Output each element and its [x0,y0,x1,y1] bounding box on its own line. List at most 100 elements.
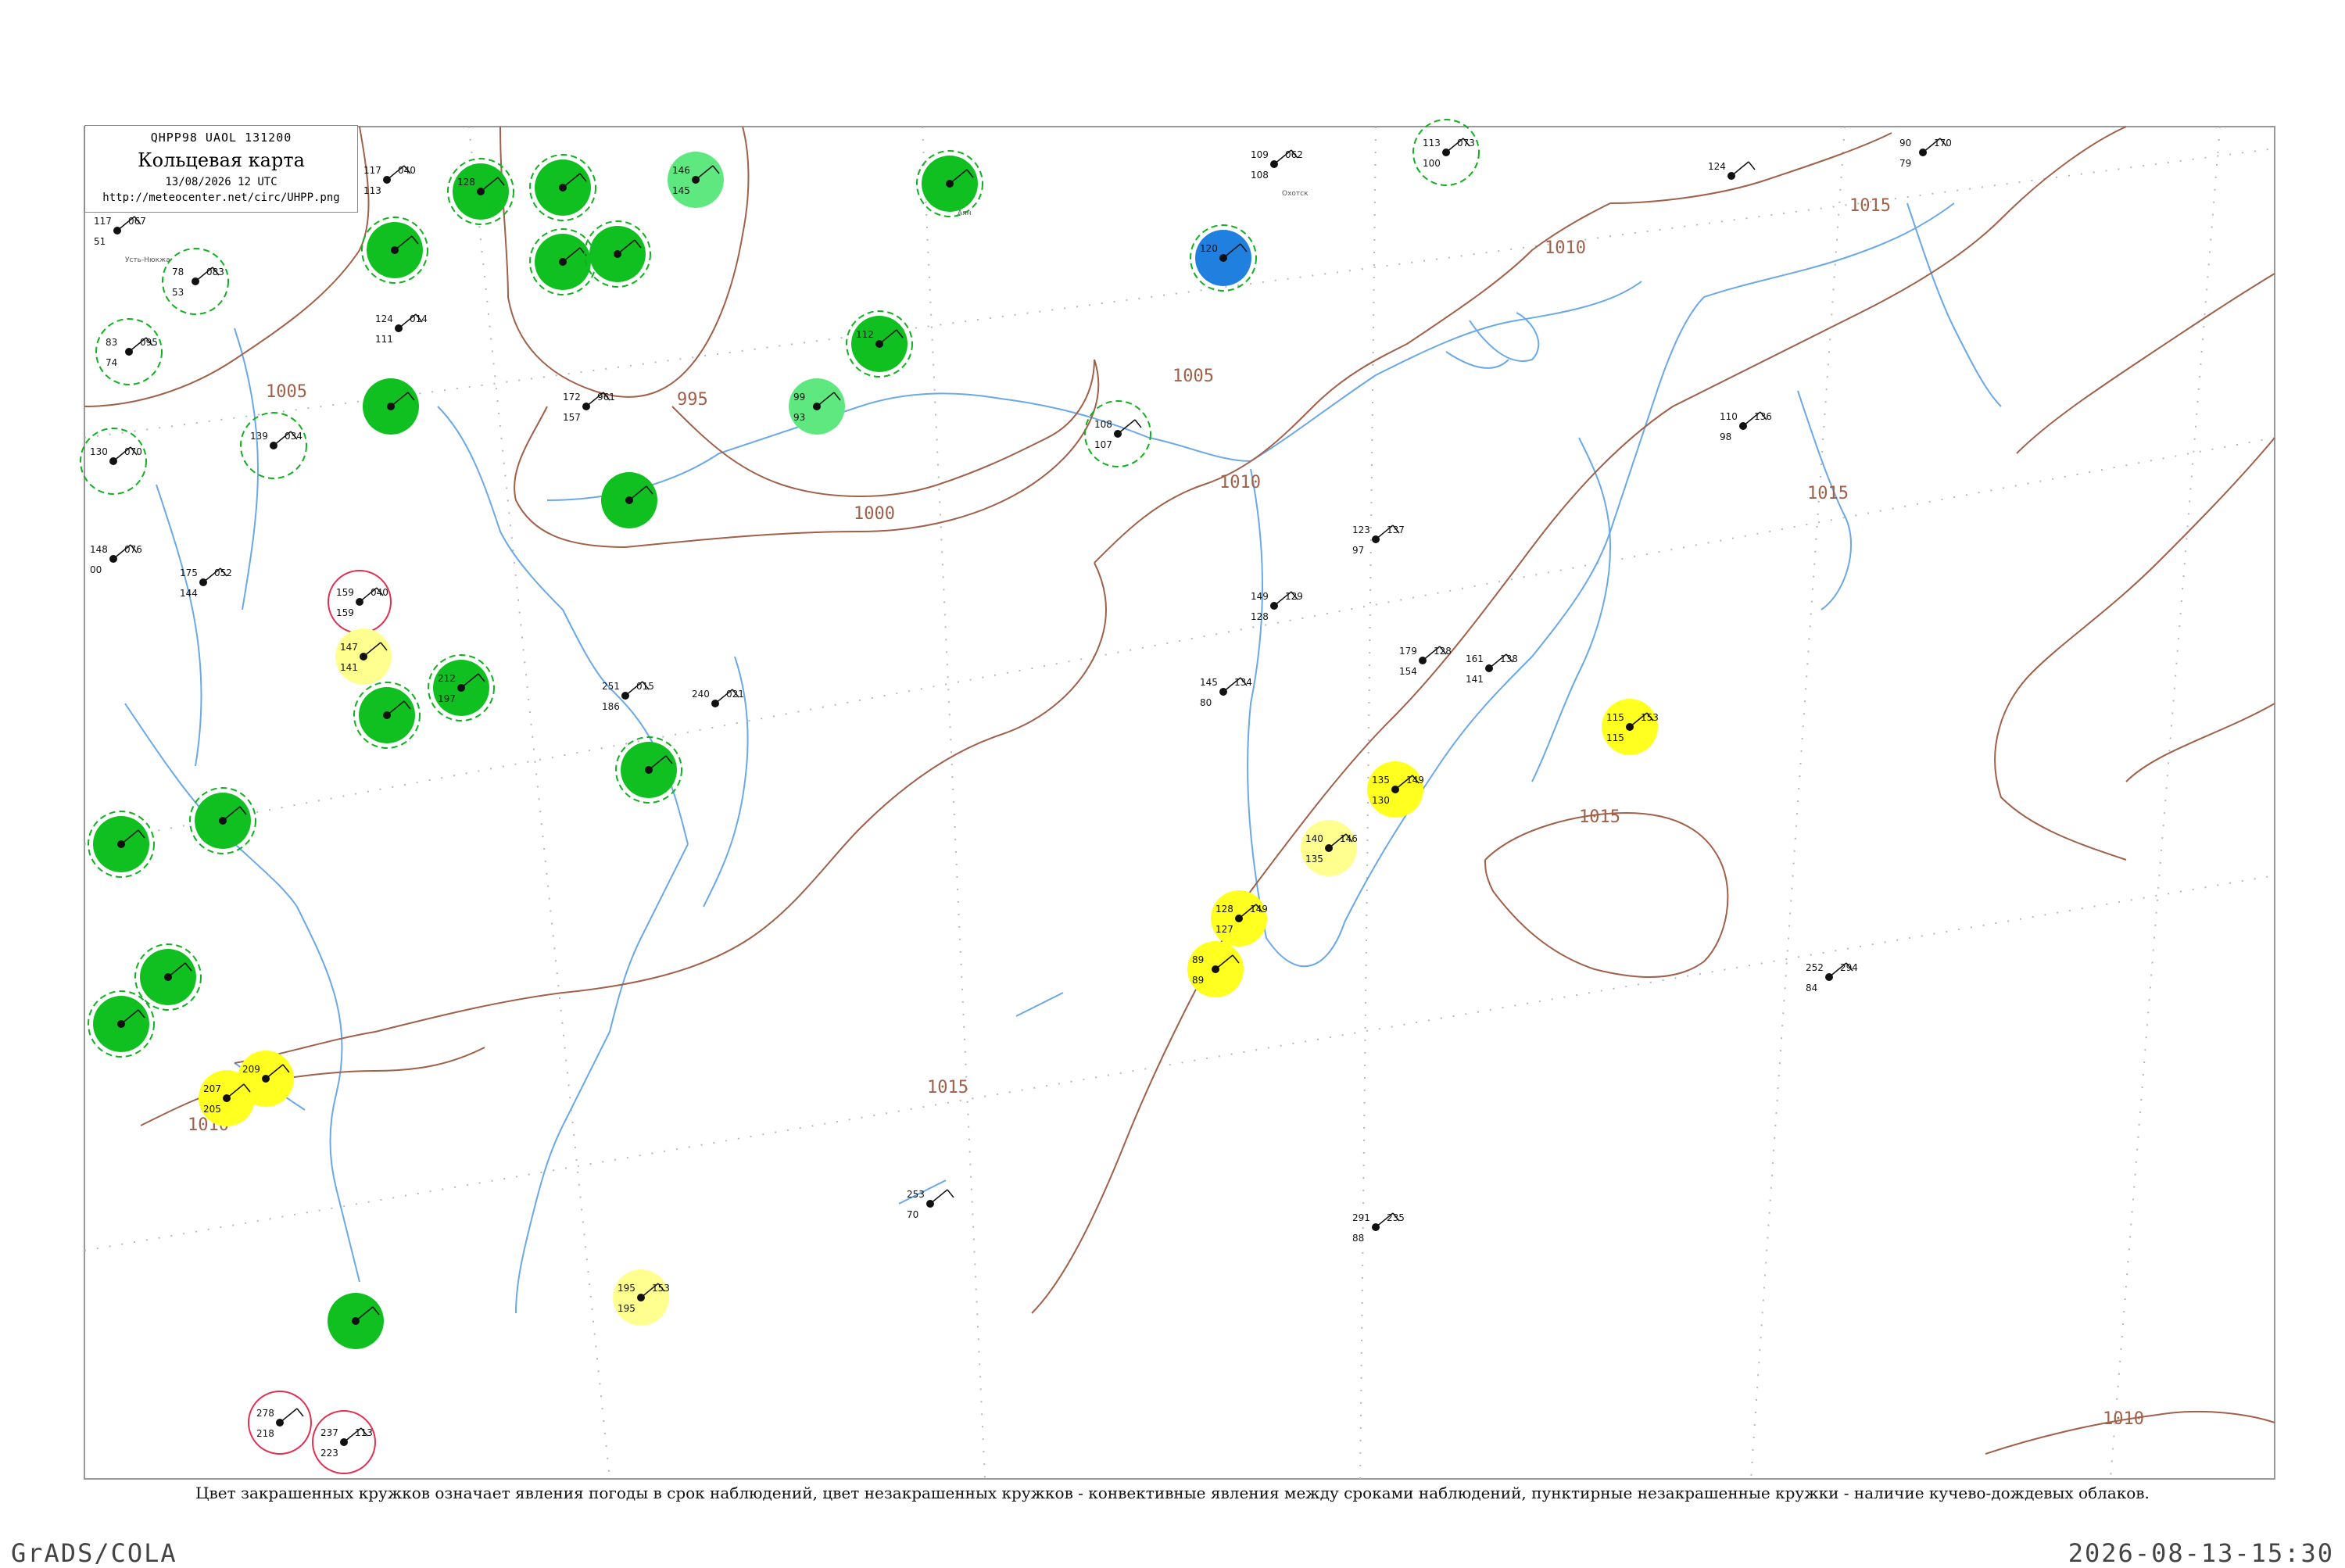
temperature-value: 149 [1251,591,1269,602]
temperature-value: 209 [242,1064,260,1075]
dewpoint-value: 97 [1352,545,1364,556]
isobar-label: 1015 [927,1078,968,1097]
dewpoint-value: 79 [1899,158,1911,169]
dewpoint-value: 128 [1251,611,1269,622]
temperature-value: 146 [672,165,690,176]
dewpoint-value: 98 [1720,431,1731,442]
temperature-value: 139 [250,431,268,442]
dewpoint-value: 144 [180,588,198,599]
isobar-label: 1000 [854,504,895,524]
pressure-value: 040 [398,165,416,176]
dewpoint-value: 223 [320,1448,338,1459]
dewpoint-value: 00 [90,564,102,575]
temperature-value: 240 [692,689,710,700]
pressure-value: 040 [371,587,388,598]
temperature-value: 128 [1215,904,1233,915]
dewpoint-value: 127 [1215,924,1233,935]
temperature-value: 179 [1399,646,1417,657]
temperature-value: 123 [1352,524,1370,535]
isobar-label: 1010 [1545,238,1586,258]
station[interactable]: 146 145 [668,152,724,208]
dewpoint-value: 111 [375,334,393,345]
dewpoint-value: 205 [203,1104,221,1115]
temperature-value: 117 [94,216,112,227]
temperature-value: 90 [1899,138,1911,149]
pressure-value: 034 [285,431,303,442]
isobar-label: 1010 [1219,473,1261,492]
bulletin-code: QHPP98 UAOL 131200 [150,131,292,145]
temperature-value: 253 [907,1189,925,1200]
dewpoint-value: 145 [672,185,690,196]
temperature-value: 175 [180,567,198,578]
software-credit: GrADS/COLA [11,1538,177,1568]
pressure-value: 070 [124,446,142,457]
dewpoint-value: 157 [563,412,581,423]
station[interactable] [363,378,419,435]
temperature-value: 207 [203,1083,221,1094]
pressure-value: 076 [124,544,142,555]
ring-map-figure: 1005 995 1000 1005 1010 1010 1015 1015 1… [0,0,2345,1568]
temperature-value: 128 [457,177,475,188]
temperature-value: 135 [1372,775,1390,786]
pressure-value: 146 [1340,833,1358,844]
dewpoint-value: 159 [336,607,354,618]
pressure-value: 067 [128,216,146,227]
pressure-value: 021 [726,689,744,700]
temperature-value: 99 [793,392,805,403]
pressure-value: 134 [1234,677,1252,688]
station[interactable]: 147 141 [335,628,392,685]
dewpoint-value: 51 [94,236,106,247]
temperature-value: 83 [106,337,117,348]
dewpoint-value: 135 [1305,854,1323,865]
pressure-value: 073 [1457,138,1475,149]
pressure-value: 062 [1285,149,1303,160]
map-border [84,126,2275,1480]
dewpoint-value: 218 [256,1428,274,1439]
dewpoint-value: 154 [1399,666,1417,677]
pressure-value: 149 [1406,775,1424,786]
pressure-value: 235 [1387,1212,1405,1223]
isobar-label: 1005 [1172,367,1214,386]
pressure-value: 149 [1250,904,1268,915]
dewpoint-value: 84 [1806,983,1817,993]
dewpoint-value: 195 [618,1303,635,1314]
map-url[interactable]: http://meteocenter.net/circ/UHPP.png [85,192,357,204]
pressure-value: 138 [1500,653,1518,664]
station[interactable] [601,472,657,528]
map-title-box: QHPP98 UAOL 131200 Кольцевая карта 13/08… [84,125,358,213]
station[interactable]: 207 205 [199,1070,255,1126]
dewpoint-value: 186 [602,701,620,712]
temperature-value: 120 [1200,243,1218,254]
map-date: 13/08/2026 12 UTC [165,176,277,188]
dewpoint-value: 70 [907,1209,918,1220]
pressure-value: 128 [1434,646,1452,657]
pressure-value: 015 [636,681,654,692]
temperature-value: 237 [320,1427,338,1438]
station[interactable] [328,1293,384,1349]
station-name: Аян [958,209,972,217]
pressure-value: 014 [410,313,428,324]
pressure-value: 113 [355,1427,373,1438]
pressure-value: 137 [1387,524,1405,535]
temperature-value: 112 [856,329,874,340]
synoptic-map: 1005 995 1000 1005 1010 1010 1015 1015 1… [80,119,2275,1480]
pressure-value: 136 [1754,411,1772,422]
generation-timestamp: 2026-08-13-15:30 [2068,1538,2334,1568]
temperature-value: 108 [1094,419,1112,430]
isobar-label: 995 [677,390,708,410]
dewpoint-value: 108 [1251,170,1269,181]
dewpoint-value: 141 [1466,674,1484,685]
dewpoint-value: 113 [363,185,381,196]
temperature-value: 78 [172,267,184,277]
dewpoint-value: 89 [1192,975,1204,986]
temperature-value: 124 [375,313,393,324]
temperature-value: 89 [1192,954,1204,965]
temperature-value: 161 [1466,653,1484,664]
temperature-value: 291 [1352,1212,1370,1223]
station-name: Охотск [1282,190,1309,198]
station[interactable]: 89 89 [1187,941,1244,997]
temperature-value: 140 [1305,833,1323,844]
station[interactable]: 99 93 [789,378,845,435]
temperature-value: 109 [1251,149,1269,160]
isobar-label: 1015 [1807,484,1849,503]
